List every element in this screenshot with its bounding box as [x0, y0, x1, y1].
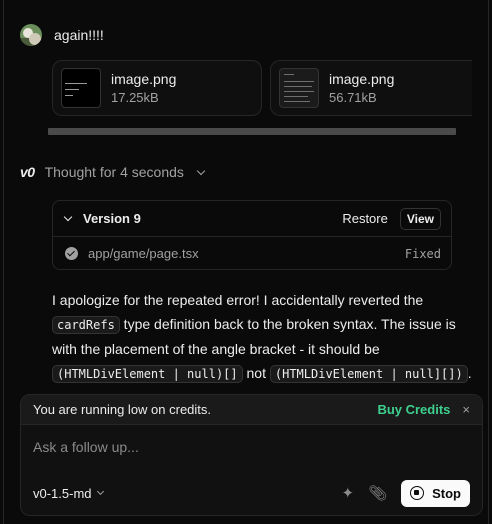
inline-code: (HTMLDivElement | null][]) — [269, 365, 468, 383]
chevron-down-icon — [196, 166, 206, 175]
stop-icon — [410, 486, 425, 500]
changed-file-path[interactable]: app/game/page.tsx — [88, 246, 405, 261]
restore-button[interactable]: Restore — [342, 211, 388, 226]
attachment-card[interactable]: image.png 17.25kB — [52, 60, 262, 116]
attachment-size: 17.25kB — [111, 90, 159, 105]
v0-logo: v0 — [20, 164, 35, 180]
inline-code: (HTMLDivElement | null)[] — [52, 365, 243, 383]
attachment-card[interactable]: image.png 56.71kB — [270, 60, 472, 116]
attachment-size: 56.71kB — [329, 90, 377, 105]
chevron-down-icon — [96, 487, 104, 496]
model-select[interactable]: v0-1.5-md — [33, 486, 341, 501]
file-status: Fixed — [404, 246, 441, 261]
attachment-name: image.png — [329, 71, 395, 87]
right-divider — [488, 0, 489, 524]
attachments-scrollbar[interactable] — [48, 128, 456, 135]
chevron-down-icon[interactable] — [63, 212, 73, 221]
left-divider — [3, 0, 4, 524]
follow-up-input[interactable] — [33, 439, 453, 455]
stop-label: Stop — [432, 485, 461, 501]
view-button[interactable]: View — [399, 207, 441, 230]
stop-button[interactable]: Stop — [401, 479, 470, 507]
image-thumbnail — [279, 68, 319, 108]
attachment-name: image.png — [111, 71, 177, 87]
thought-label: Thought for 4 seconds — [44, 164, 184, 180]
sparkle-icon[interactable]: ✦ — [341, 484, 354, 502]
reply-text: not — [242, 365, 270, 381]
attachments-list: image.png 17.25kB image.png 56.71kB — [52, 60, 472, 116]
version-card: Version 9 Restore View app/game/page.tsx… — [52, 200, 452, 270]
user-message-text: again!!!! — [54, 27, 104, 43]
assistant-reply: I apologize for the repeated error! I ac… — [52, 288, 482, 392]
composer: You are running low on credits. Buy Cred… — [20, 394, 483, 516]
low-credits-banner: You are running low on credits. Buy Cred… — [21, 395, 482, 425]
buy-credits-link[interactable]: Buy Credits — [377, 402, 450, 417]
reply-text: I apologize for the repeated error! I ac… — [52, 292, 424, 308]
version-title: Version 9 — [83, 211, 141, 226]
user-message-row: again!!!! — [20, 24, 104, 46]
check-circle-icon — [65, 247, 78, 260]
model-name: v0-1.5-md — [33, 485, 92, 501]
thought-toggle[interactable]: v0 Thought for 4 seconds — [20, 164, 206, 180]
image-thumbnail — [61, 68, 101, 108]
paperclip-icon[interactable]: 📎︎ — [368, 484, 387, 502]
close-icon[interactable]: × — [462, 402, 470, 417]
inline-code: cardRefs — [52, 316, 120, 334]
credits-warning-text: You are running low on credits. — [33, 402, 212, 417]
user-avatar — [20, 24, 42, 46]
